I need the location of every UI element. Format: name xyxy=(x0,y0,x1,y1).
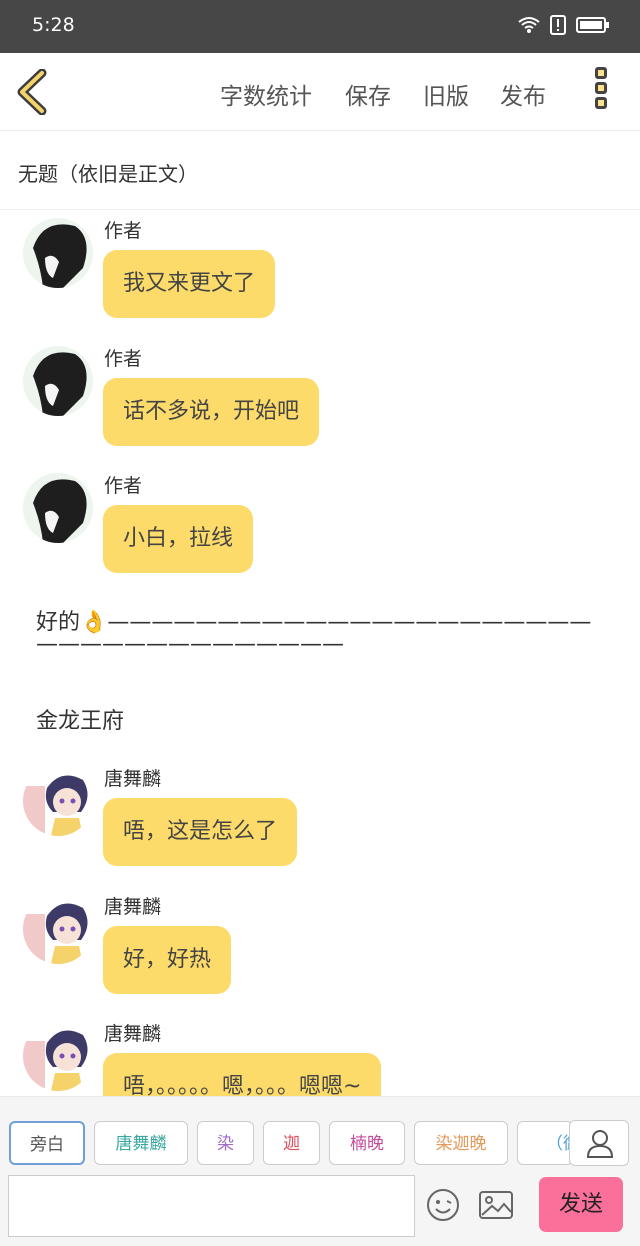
message-bubble[interactable]: 话不多说，开始吧 xyxy=(103,378,320,446)
character-avatar[interactable] xyxy=(23,894,93,964)
message-bubble[interactable]: 小白，拉线 xyxy=(103,505,254,573)
role-chip-nanwan[interactable]: 楠晚 xyxy=(329,1121,405,1165)
save-button[interactable]: 保存 xyxy=(345,77,391,111)
word-count-button[interactable]: 字数统计 xyxy=(220,77,312,111)
speaker-name: 作者 xyxy=(104,348,143,370)
role-chip-ran[interactable]: 染 xyxy=(197,1121,254,1165)
battery-icon xyxy=(576,17,609,33)
character-avatar[interactable] xyxy=(23,1021,93,1091)
speaker-name: 唐舞麟 xyxy=(104,1023,162,1045)
role-chip-ranjiawan[interactable]: 染迦晚 xyxy=(414,1121,508,1165)
message-bubble[interactable]: 我又来更文了 xyxy=(103,250,276,318)
role-chip-jia[interactable]: 迦 xyxy=(263,1121,320,1165)
speaker-name: 唐舞麟 xyxy=(104,896,162,918)
top-navbar: 字数统计 保存 旧版 发布 xyxy=(0,53,640,131)
add-role-button[interactable] xyxy=(569,1120,629,1166)
publish-button[interactable]: 发布 xyxy=(500,77,546,111)
role-chip-yu[interactable]: （御 xyxy=(517,1121,573,1165)
message-bubble[interactable]: 唔，这是怎么了 xyxy=(103,798,298,866)
narration-text[interactable]: 金龙王府 xyxy=(36,703,124,735)
speaker-name: 作者 xyxy=(104,475,143,497)
character-avatar[interactable] xyxy=(23,766,93,836)
author-avatar[interactable] xyxy=(23,473,93,543)
back-arrow-icon[interactable] xyxy=(14,69,54,115)
image-icon[interactable] xyxy=(478,1188,514,1222)
user-icon xyxy=(586,1130,614,1158)
status-bar: 5:28 xyxy=(0,0,640,53)
message-bubble[interactable]: 好，好热 xyxy=(103,926,232,994)
alert-icon xyxy=(550,15,566,35)
old-version-button[interactable]: 旧版 xyxy=(423,77,469,111)
wifi-icon xyxy=(518,17,540,33)
chapter-title: 无题（依旧是正文） xyxy=(18,162,198,186)
send-button[interactable]: 发送 xyxy=(539,1177,623,1232)
narration-text[interactable]: —————————————— xyxy=(36,632,344,657)
chat-area[interactable]: 作者 我又来更文了 作者 话不多说，开始吧 作者 小白，拉线 好的👌——————… xyxy=(0,210,640,1096)
speaker-name: 唐舞麟 xyxy=(104,768,162,790)
author-avatar[interactable] xyxy=(23,218,93,288)
role-chip-tangwulin[interactable]: 唐舞麟 xyxy=(94,1121,188,1165)
chapter-title-bar[interactable]: 无题（依旧是正文） xyxy=(0,131,640,210)
author-avatar[interactable] xyxy=(23,346,93,416)
message-input[interactable] xyxy=(8,1175,415,1237)
role-chip-narrator[interactable]: 旁白 xyxy=(9,1121,85,1165)
more-menu-icon[interactable] xyxy=(595,67,613,117)
emoji-icon[interactable] xyxy=(425,1187,461,1223)
status-time: 5:28 xyxy=(32,14,75,36)
message-bubble[interactable]: 唔，。。。。。嗯，。。。嗯嗯~ xyxy=(103,1053,382,1096)
composer-toolbar: 旁白 唐舞麟 染 迦 楠晚 染迦晚 （御 发送 xyxy=(0,1096,640,1246)
speaker-name: 作者 xyxy=(104,220,143,242)
